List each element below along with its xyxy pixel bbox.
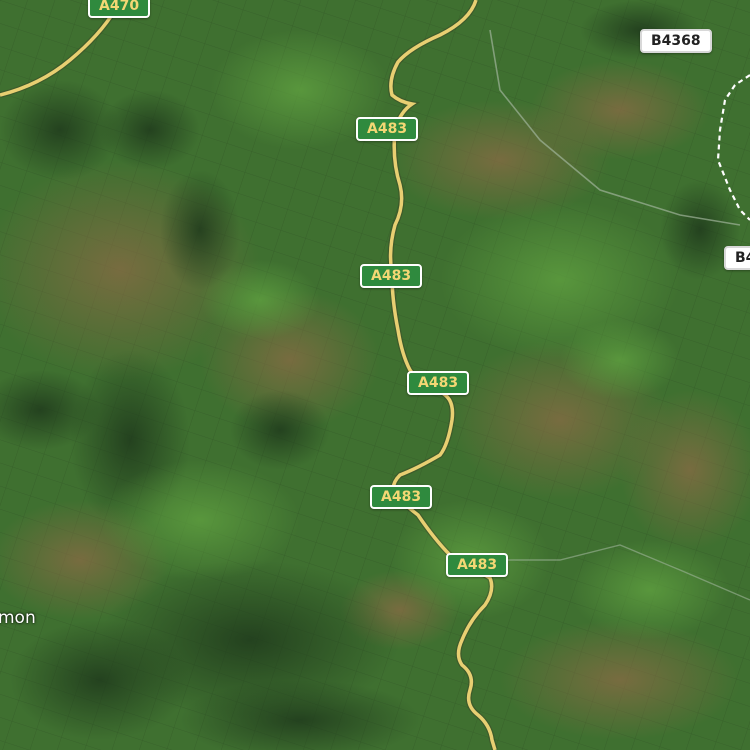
road-label-b4-partial[interactable]: B4: [724, 246, 750, 270]
terrain-layer: [0, 0, 750, 750]
road-label-a483[interactable]: A483: [407, 371, 470, 395]
road-label-a483[interactable]: A483: [356, 117, 419, 141]
road-label-a483[interactable]: A483: [446, 553, 509, 577]
road-label-a483[interactable]: A483: [370, 485, 433, 509]
road-label-a470[interactable]: A470: [88, 0, 151, 18]
satellite-map[interactable]: A470 A483 A483 A483 A483 A483 B4368 B4 m…: [0, 0, 750, 750]
road-label-b4368[interactable]: B4368: [640, 29, 712, 53]
road-label-a483[interactable]: A483: [360, 264, 423, 288]
place-label[interactable]: mon: [0, 608, 36, 628]
